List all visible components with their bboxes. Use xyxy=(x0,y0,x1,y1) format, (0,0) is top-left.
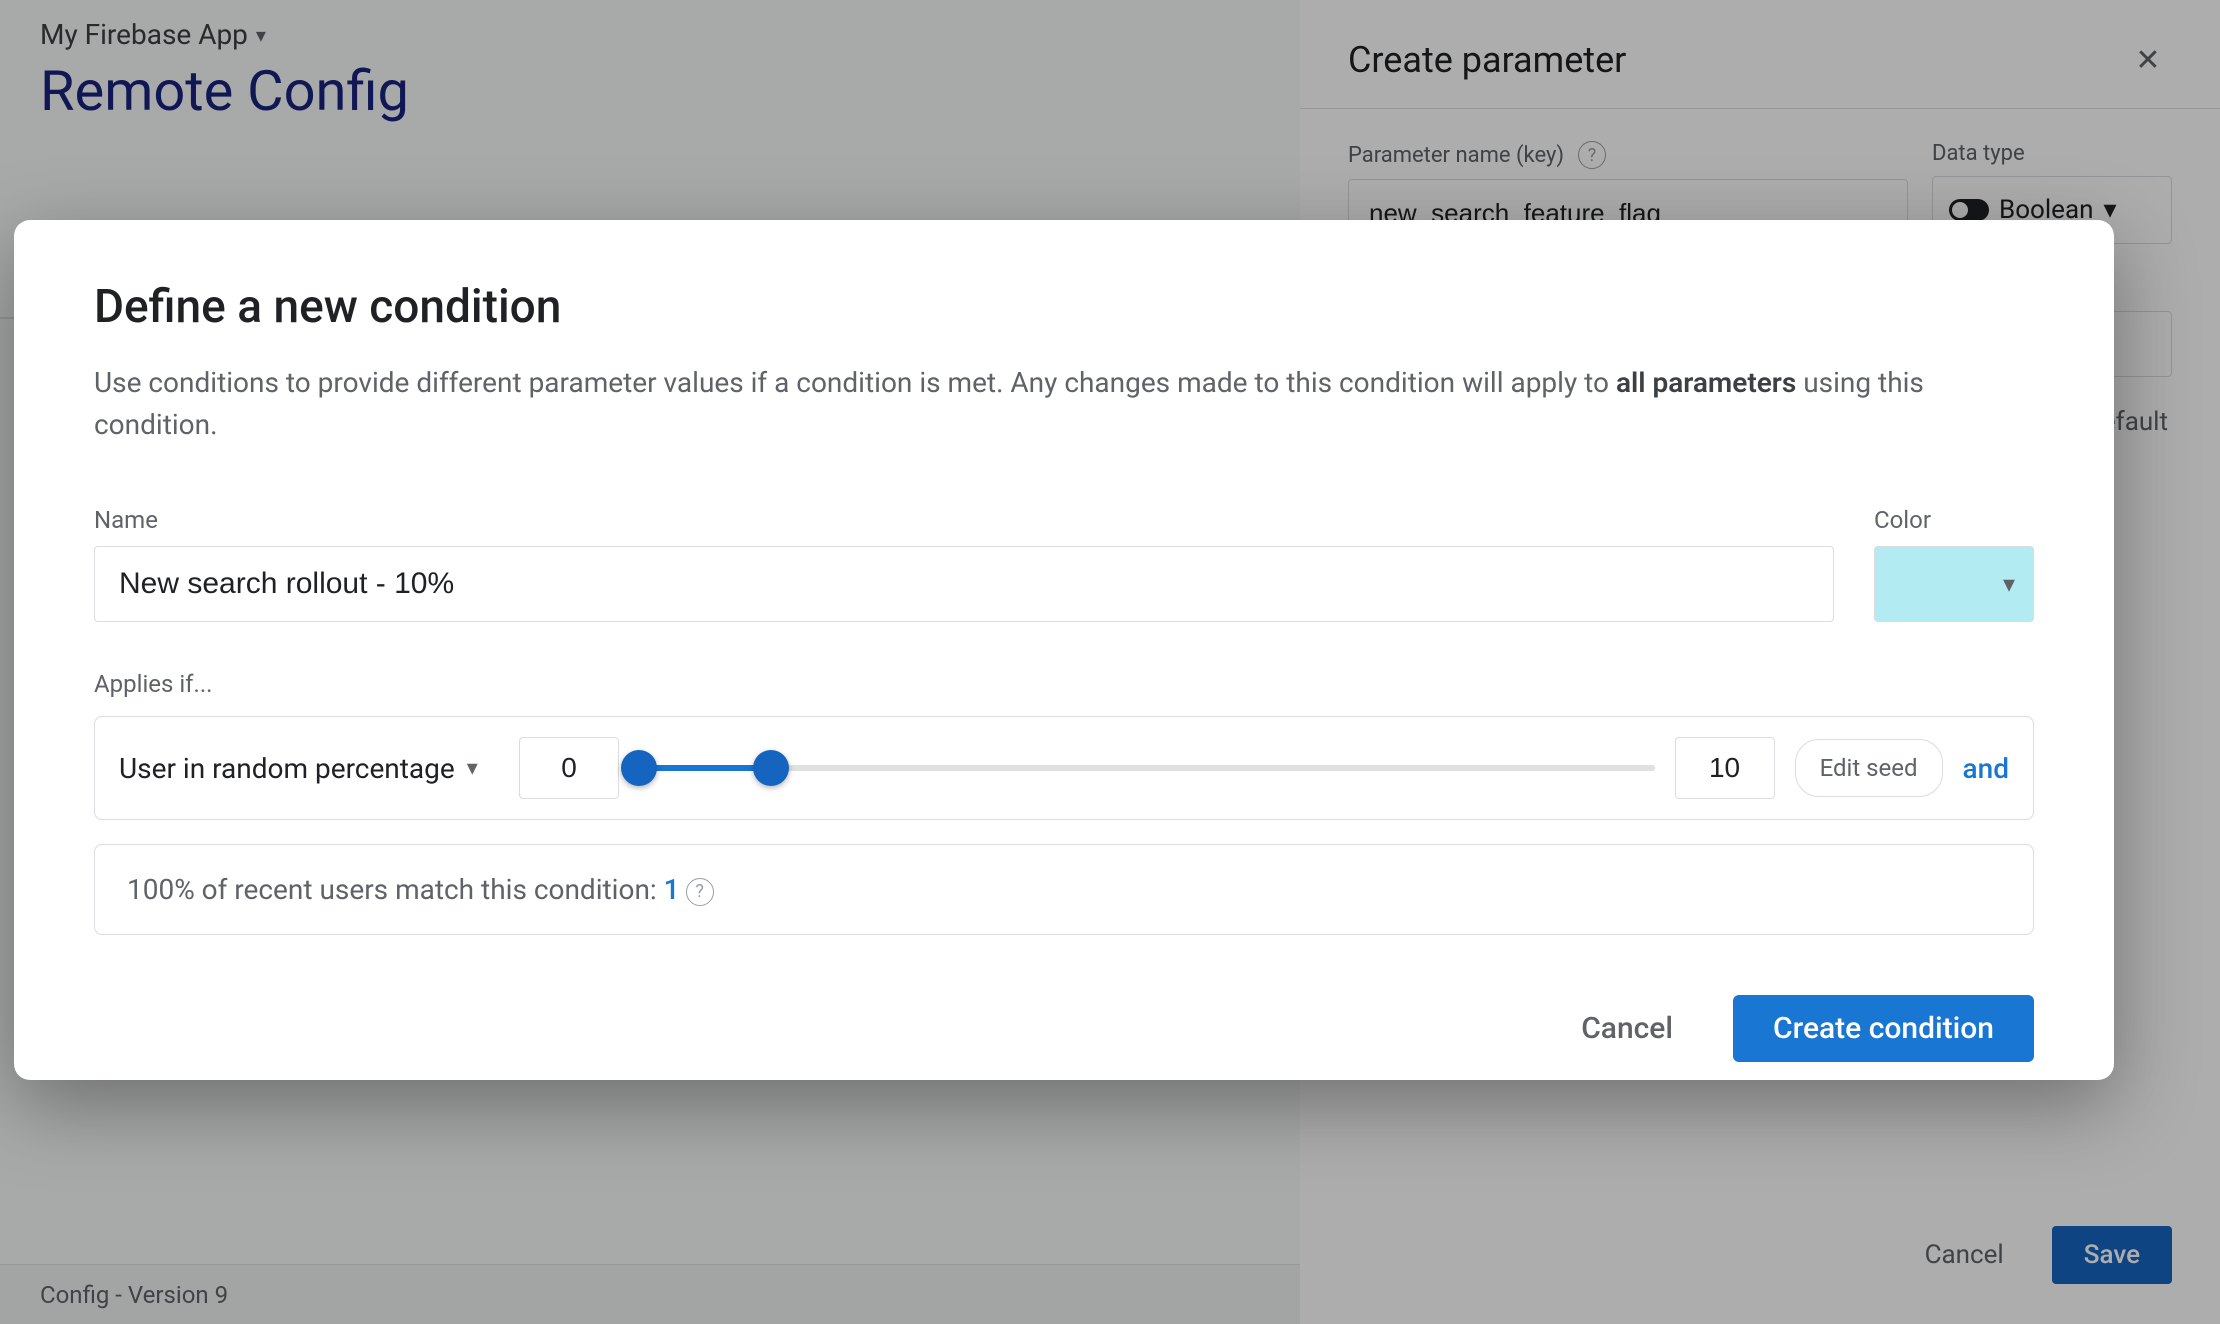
define-condition-modal: Define a new condition Use conditions to… xyxy=(14,220,2114,1080)
color-dropdown[interactable]: ▾ xyxy=(1874,546,2034,622)
condition-type-label: User in random percentage xyxy=(119,752,455,785)
condition-row: User in random percentage ▾ Edit seed an… xyxy=(94,716,2034,820)
condition-dropdown-caret: ▾ xyxy=(467,756,478,781)
slider-container[interactable] xyxy=(639,765,1655,771)
modal-title: Define a new condition xyxy=(94,280,2034,334)
range-min-input[interactable] xyxy=(519,737,619,799)
create-condition-button[interactable]: Create condition xyxy=(1733,995,2034,1062)
condition-name-field: Name xyxy=(94,506,1834,622)
slider-thumb-right[interactable] xyxy=(753,750,789,786)
edit-seed-button[interactable]: Edit seed xyxy=(1795,739,1943,797)
modal-description: Use conditions to provide different para… xyxy=(94,362,2034,446)
match-info-box: 100% of recent users match this conditio… xyxy=(94,844,2034,935)
match-count: 1 xyxy=(664,873,680,906)
condition-color-field: Color ▾ xyxy=(1874,506,2034,622)
match-help-icon[interactable]: ? xyxy=(686,878,714,906)
modal-desc-text1: Use conditions to provide different para… xyxy=(94,366,1616,399)
slider-thumb-left[interactable] xyxy=(621,750,657,786)
condition-name-input[interactable] xyxy=(94,546,1834,622)
condition-type-dropdown[interactable]: User in random percentage ▾ xyxy=(119,752,499,785)
match-text-prefix: 100% of recent users match this conditio… xyxy=(127,873,664,906)
condition-color-label: Color xyxy=(1874,506,2034,534)
slider-fill xyxy=(639,765,771,771)
modal-cancel-button[interactable]: Cancel xyxy=(1553,995,1701,1062)
range-max-input[interactable] xyxy=(1675,737,1775,799)
name-color-row: Name Color ▾ xyxy=(94,506,2034,622)
applies-if-label: Applies if... xyxy=(94,670,2034,698)
color-caret-icon: ▾ xyxy=(2003,570,2015,598)
modal-desc-bold: all parameters xyxy=(1616,366,1796,399)
slider-track xyxy=(639,765,1655,771)
modal-footer: Cancel Create condition xyxy=(94,995,2034,1062)
condition-name-label: Name xyxy=(94,506,1834,534)
and-link[interactable]: and xyxy=(1963,752,2009,785)
